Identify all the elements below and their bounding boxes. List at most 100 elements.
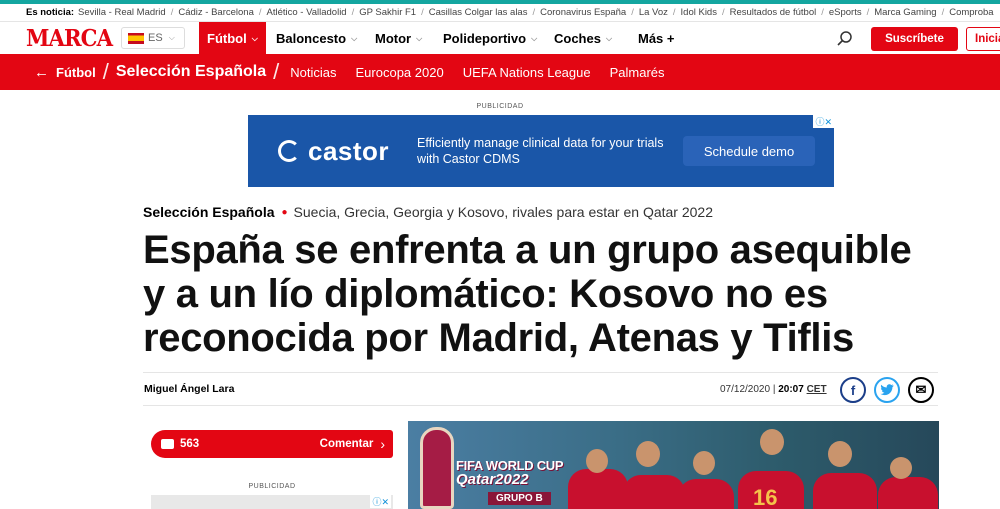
chevron-right-icon: › xyxy=(380,436,385,452)
world-cup-emblem-icon xyxy=(420,427,454,509)
ticker-item[interactable]: eSports xyxy=(829,7,862,18)
ticker-item[interactable]: Idol Kids xyxy=(681,7,717,18)
twitter-share-icon[interactable] xyxy=(874,377,900,403)
ad-close-icon[interactable]: ⓘ✕ xyxy=(370,495,391,508)
nav-item-baloncesto[interactable]: Baloncesto ⌵ xyxy=(276,22,357,55)
author-name[interactable]: Miguel Ángel Lara xyxy=(144,383,234,395)
publish-date: 07/12/2020 | 20:07 CET xyxy=(720,384,827,395)
nav-item-label: Fútbol xyxy=(207,31,247,46)
ticker-item[interactable]: Coronavirus España xyxy=(540,7,626,18)
trending-ticker: Es noticia: Sevilla - Real Madrid / Cádiz… xyxy=(26,7,994,18)
language-selector[interactable]: ES ⌵ xyxy=(121,27,185,49)
ticker-item[interactable]: Marca Gaming xyxy=(874,7,936,18)
ad-brand: castor xyxy=(308,135,390,166)
time-value: 20:07 xyxy=(778,384,804,395)
nav-item-mas[interactable]: Más + xyxy=(638,22,675,55)
ticker-item[interactable]: Casillas Colgar las alas xyxy=(429,7,528,18)
subnav-link-noticias[interactable]: Noticias xyxy=(290,65,336,80)
nav-item-label: Baloncesto xyxy=(276,31,347,46)
nav-item-label: Coches xyxy=(554,31,601,46)
subnav-link-nations-league[interactable]: UEFA Nations League xyxy=(463,65,591,80)
player-head xyxy=(586,449,608,473)
login-button[interactable]: Inicia xyxy=(966,27,1000,51)
player-head xyxy=(828,441,852,467)
player-figure xyxy=(878,477,938,509)
sidebar-ad-label: PUBLICIDAD xyxy=(248,483,296,490)
arrow-left-icon: ← xyxy=(34,63,49,81)
section-navbar: ← Fútbol / Selección Española / Noticias… xyxy=(0,54,1000,90)
comments-count: 563 xyxy=(180,438,200,450)
advertisement-banner[interactable]: castor Efficiently manage clinical data … xyxy=(248,115,834,187)
article-headline: España se enfrenta a un grupo asequible … xyxy=(143,228,912,360)
chevron-down-icon: ⌵ xyxy=(168,33,175,42)
nav-item-futbol[interactable]: Fútbol ⌵ xyxy=(199,22,266,55)
ticker-item[interactable]: Comproba xyxy=(949,7,993,18)
article-main-image[interactable]: 16 FIFA WORLD CUP Qatar2022 GRUPO B xyxy=(408,421,939,509)
sidebar-advertisement[interactable]: ⓘ✕ xyxy=(151,495,393,509)
player-head xyxy=(693,451,715,475)
subnav-link-palmares[interactable]: Palmarés xyxy=(610,65,665,80)
subscribe-button[interactable]: Suscríbete xyxy=(871,27,958,51)
player-figure xyxy=(623,475,685,509)
nav-item-polideportivo[interactable]: Polideportivo ⌵ xyxy=(443,22,537,55)
chevron-down-icon: ⌵ xyxy=(605,33,613,43)
ad-close-icon[interactable]: ⓘ✕ xyxy=(813,115,834,128)
chevron-down-icon: ⌵ xyxy=(251,33,258,43)
comment-cta: Comentar › xyxy=(320,436,385,452)
group-badge: GRUPO B xyxy=(488,492,551,505)
nav-item-label: Motor xyxy=(375,31,412,46)
divider: / xyxy=(273,59,280,84)
kicker-section[interactable]: Selección Española xyxy=(143,204,275,220)
search-icon[interactable] xyxy=(836,30,854,48)
player-figure xyxy=(568,469,628,509)
player-head xyxy=(636,441,660,467)
player-head xyxy=(890,457,912,479)
chevron-down-icon: ⌵ xyxy=(416,33,423,43)
timezone: CET xyxy=(806,384,827,395)
ticker-item[interactable]: La Voz xyxy=(639,7,668,18)
nav-item-motor[interactable]: Motor ⌵ xyxy=(375,22,422,55)
ad-label: PUBLICIDAD xyxy=(476,103,524,110)
marca-logo[interactable]: MARCA xyxy=(26,25,113,52)
subnav-link-eurocopa[interactable]: Eurocopa 2020 xyxy=(356,65,444,80)
player-figure xyxy=(678,479,734,509)
divider: / xyxy=(102,59,109,84)
ad-cta-button[interactable]: Schedule demo xyxy=(683,136,816,166)
world-cup-overlay: FIFA WORLD CUP Qatar2022 GRUPO B xyxy=(456,458,564,506)
chevron-down-icon: ⌵ xyxy=(531,33,538,43)
language-label: ES xyxy=(148,32,163,44)
date-value: 07/12/2020 xyxy=(720,384,771,395)
castor-logo-icon xyxy=(278,140,300,162)
back-label: Fútbol xyxy=(56,64,96,80)
player-head xyxy=(760,429,784,455)
ticker-item[interactable]: GP Sakhir F1 xyxy=(359,7,416,18)
ticker-item[interactable]: Sevilla - Real Madrid xyxy=(78,7,166,18)
nav-item-label: Más + xyxy=(638,31,675,46)
back-to-futbol-link[interactable]: ← Fútbol xyxy=(34,64,96,81)
ad-text: Efficiently manage clinical data for you… xyxy=(417,136,664,166)
ticker-item[interactable]: Cádiz - Barcelona xyxy=(178,7,254,18)
ticker-item[interactable]: Resultados de fútbol xyxy=(730,7,817,18)
byline-bar: Miguel Ángel Lara 07/12/2020 | 20:07 CET… xyxy=(143,372,938,406)
chevron-down-icon: ⌵ xyxy=(351,33,358,43)
section-title[interactable]: Selección Española xyxy=(116,63,266,81)
spain-flag-icon xyxy=(128,32,144,44)
facebook-share-icon[interactable]: f xyxy=(840,377,866,403)
comment-bubble-icon xyxy=(161,439,174,449)
player-figure xyxy=(813,473,877,509)
nav-item-coches[interactable]: Coches ⌵ xyxy=(554,22,612,55)
bullet-icon: ● xyxy=(281,206,288,218)
ticker-label: Es noticia: xyxy=(26,7,75,18)
comments-button[interactable]: 563 Comentar › xyxy=(151,430,393,458)
world-cup-subtitle: Qatar2022 xyxy=(456,471,529,488)
kicker-subtitle: Suecia, Grecia, Georgia y Kosovo, rivale… xyxy=(293,204,713,220)
email-share-icon[interactable]: ✉ xyxy=(908,377,934,403)
comment-cta-label: Comentar xyxy=(319,438,374,450)
twitter-bird-icon xyxy=(880,384,894,396)
main-navbar: MARCA ES ⌵ Fútbol ⌵ Baloncesto ⌵ Motor ⌵ Po… xyxy=(0,21,1000,55)
castor-logo: castor xyxy=(278,136,389,167)
nav-item-label: Polideportivo xyxy=(443,31,527,46)
ticker-item[interactable]: Atlético - Valladolid xyxy=(267,7,347,18)
article-kicker: Selección Española ● Suecia, Grecia, Geo… xyxy=(143,204,1000,220)
shirt-number: 16 xyxy=(753,485,778,509)
